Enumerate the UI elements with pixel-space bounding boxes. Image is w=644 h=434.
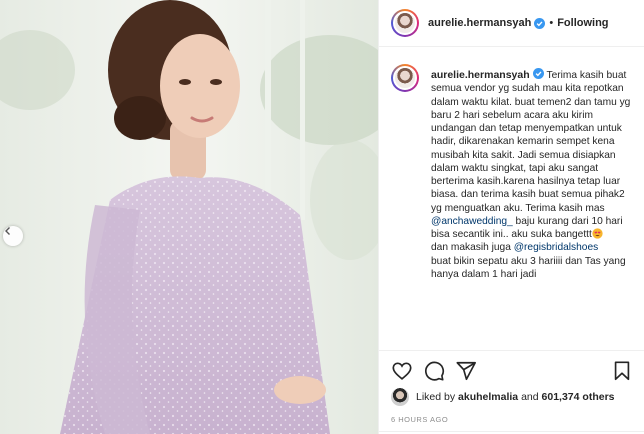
mention-anchawedding[interactable]: @anchawedding_ [431, 216, 513, 227]
caption-section: aurelie.hermansyah Terima kasih buat sem… [379, 57, 644, 350]
liker-avatar[interactable] [391, 388, 409, 406]
post-header: aurelie.hermansyah • Following [379, 0, 644, 47]
bookmark-icon[interactable] [611, 360, 633, 382]
comment-box-divider [379, 431, 644, 432]
verified-badge-icon [532, 68, 544, 79]
likes-and: and [521, 391, 539, 403]
liker-username[interactable]: akuhelmalia [458, 391, 518, 403]
author-username[interactable]: aurelie.hermansyah [428, 17, 531, 29]
caption-text: aurelie.hermansyah Terima kasih buat sem… [431, 57, 631, 281]
caption-body-3: dan makasih juga [431, 242, 511, 254]
header-separator: • [549, 17, 554, 29]
following-button[interactable]: Following [557, 17, 608, 29]
mention-regisbridalshoes[interactable]: @regisbridalshoes [514, 242, 599, 253]
post-timestamp[interactable]: 6 HOURS AGO [391, 415, 448, 424]
previous-photo-button[interactable] [3, 226, 23, 246]
author-avatar[interactable] [391, 9, 419, 37]
caption-body-4: buat bikin sepatu aku 3 hariiii dan Tas … [431, 255, 626, 280]
chevron-left-icon [5, 227, 10, 235]
caption-author-avatar[interactable] [391, 64, 419, 92]
bride-portrait-image [0, 0, 378, 434]
heart-eyes-emoji [592, 228, 603, 239]
post-details-panel: aurelie.hermansyah • Following aurelie.h… [378, 0, 644, 434]
paper-plane-icon[interactable] [455, 360, 477, 382]
likes-prefix: Liked by [416, 391, 456, 403]
heart-icon[interactable] [391, 360, 413, 382]
verified-badge-icon [534, 17, 546, 29]
comment-icon[interactable] [423, 360, 445, 382]
post-actions: Liked by akuhelmalia and 601,374 others … [379, 350, 644, 434]
caption-username[interactable]: aurelie.hermansyah [431, 69, 530, 81]
likes-count[interactable]: 601,374 others [542, 391, 615, 403]
caption-body-1: Terima kasih buat semua vendor yg sudah … [431, 70, 631, 214]
post-photo [0, 0, 378, 434]
likes-summary: Liked by akuhelmalia and 601,374 others [391, 388, 615, 406]
